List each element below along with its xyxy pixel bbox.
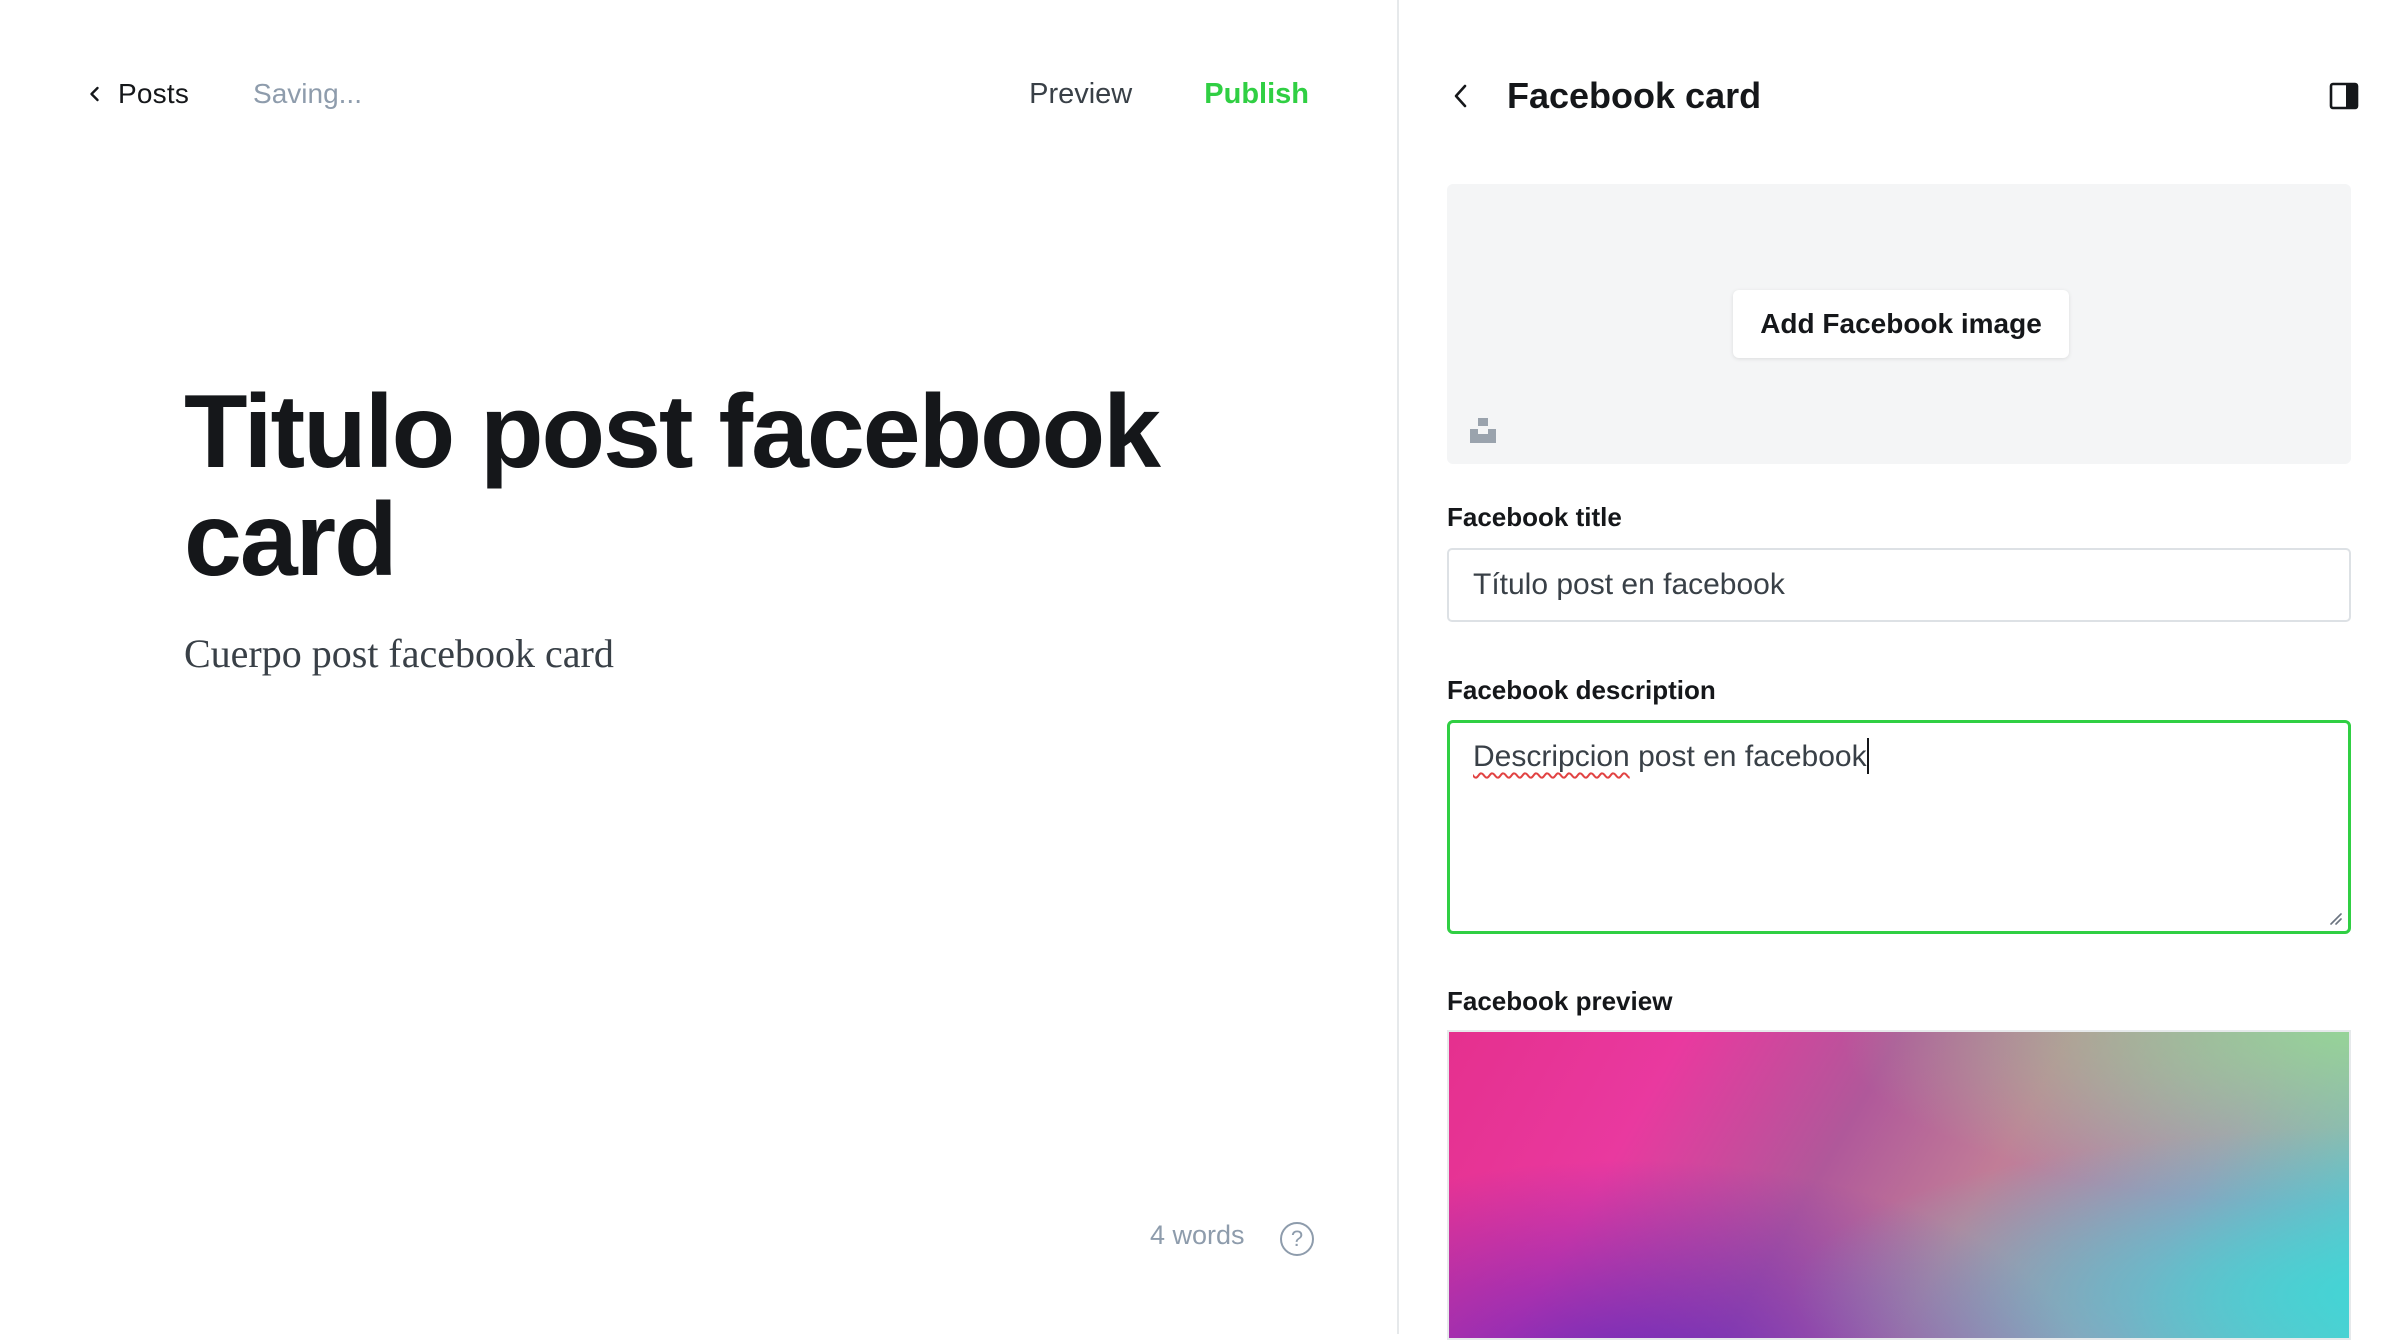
description-text: post en facebook (1629, 740, 1867, 773)
chevron-left-icon (90, 86, 99, 102)
unsplash-icon[interactable] (1469, 416, 1497, 444)
facebook-title-input[interactable] (1447, 548, 2351, 622)
post-editor: Posts Saving... Preview Publish Titulo p… (0, 0, 1397, 1334)
settings-panel: Facebook card Add Facebook image Faceboo… (1397, 0, 2400, 1340)
word-count: 4 words (1150, 1220, 1245, 1250)
post-body[interactable]: Cuerpo post facebook card (184, 630, 614, 677)
facebook-title-label: Facebook title (1447, 502, 1622, 532)
facebook-preview-label: Facebook preview (1447, 986, 1673, 1016)
chevron-left-icon (1454, 84, 1467, 108)
editor-topbar-left: Posts Saving... (86, 72, 362, 116)
add-facebook-image-button[interactable]: Add Facebook image (1733, 290, 2069, 358)
panel-header: Facebook card (1447, 70, 2367, 122)
facebook-image-dropzone[interactable]: Add Facebook image (1447, 184, 2351, 464)
help-button[interactable]: ? (1280, 1222, 1314, 1256)
editor-topbar-right: Preview Publish (1029, 72, 1309, 116)
preview-button[interactable]: Preview (1029, 78, 1132, 111)
save-status: Saving... (253, 78, 362, 109)
panel-title: Facebook card (1507, 75, 1762, 116)
help-icon: ? (1290, 1226, 1304, 1251)
back-to-posts-link[interactable]: Posts (86, 78, 189, 110)
text-caret (1866, 738, 1869, 774)
back-to-posts-label: Posts (118, 78, 190, 109)
facebook-description-label: Facebook description (1447, 675, 1716, 705)
panel-back-button[interactable] (1447, 82, 1475, 110)
misspelled-word: Descripcion (1473, 740, 1630, 773)
facebook-description-textarea[interactable]: Descripcion post en facebook (1447, 720, 2351, 934)
resize-handle-icon[interactable] (2328, 911, 2342, 925)
post-title[interactable]: Titulo post facebook card (184, 378, 1204, 594)
facebook-preview-image (1447, 1030, 2351, 1340)
publish-button[interactable]: Publish (1204, 78, 1309, 111)
sidebar-toggle-icon[interactable] (2329, 82, 2359, 110)
